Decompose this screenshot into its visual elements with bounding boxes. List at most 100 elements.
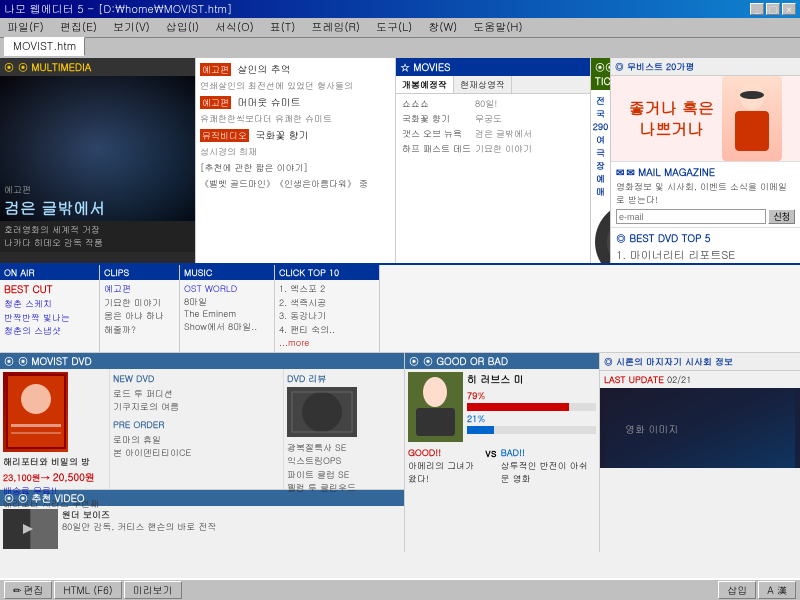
click-item2[interactable]: 2. 색즉시공 <box>279 296 375 310</box>
menu-table[interactable]: 표(T) <box>267 20 299 35</box>
review-item4[interactable]: 웰컴 투 클린우드 <box>287 481 401 495</box>
video-title: ⊙ 추천 VIDEO <box>18 491 85 505</box>
window-controls[interactable]: _ □ × <box>750 3 796 15</box>
right-sidebar-bottom: ◎ 시론의 마지자기 시사회 정보 LAST UPDATE 02/21 <box>600 353 800 552</box>
ad-text-line1: 좋거나 혹은 <box>629 98 714 119</box>
preview-item1[interactable]: 예고편 살인의 추억 <box>200 62 391 77</box>
tab-bar: MOVIST.htm <box>0 38 800 58</box>
dvd-featured-image[interactable] <box>3 372 68 452</box>
onair-content: BEST CUT 청춘 스케치 반짝반짝 빛나는 청춘의 스냅샷 <box>0 280 99 340</box>
movie-subtitle: 예고편 <box>4 183 191 196</box>
bottom-section: ⊙ ⊙ MOVIST DVD <box>0 353 800 552</box>
insert-btn[interactable]: 삽입 <box>718 581 756 599</box>
best-cut-item1[interactable]: 청춘 스케치 <box>4 297 95 311</box>
close-btn[interactable]: × <box>782 3 796 15</box>
sidebar-advertisement[interactable]: 좋거나 혹은 나쁘거나 <box>611 76 800 161</box>
dvd-middle: NEW DVD 로드 투 퍼디션 기쿠지로의 여름 PRE ORDER 로마의 … <box>110 369 284 489</box>
click-top10-column: CLICK TOP 10 1. 엑스포 2 2. 색즉시공 3. 동강나기 4.… <box>275 265 380 352</box>
good-verdict: GOOD!! 아메리의 그녀가 왔다! <box>408 446 481 485</box>
click-top10-header: CLICK TOP 10 <box>275 265 379 280</box>
preview-title1: 살인의 추억 <box>237 62 290 76</box>
movie-label: 국화꽃 향기 <box>400 111 473 126</box>
bad-text: BAD!! <box>501 446 525 459</box>
movies-title: MOVIES <box>413 60 450 74</box>
preview-item3[interactable]: 뮤직비디오 국화꽃 향기 <box>200 128 391 143</box>
dvd-section: ⊙ ⊙ MOVIST DVD <box>0 353 405 552</box>
menu-view[interactable]: 보기(V) <box>110 20 153 35</box>
click-item3[interactable]: 3. 동강나기 <box>279 309 375 323</box>
preview-item2[interactable]: 예고편 머머웃 슈미트 <box>200 95 391 110</box>
multimedia-image[interactable]: 예고편 검은 글밖에서 <box>0 76 195 221</box>
file-tab[interactable]: MOVIST.htm <box>4 37 85 56</box>
good-label: 79% <box>467 389 596 402</box>
movist20-header: ◎ 무비스트 20가평 <box>611 58 800 76</box>
movie-value: 기묘한 이야기 <box>473 141 534 156</box>
email-input[interactable] <box>616 209 766 224</box>
review-item1[interactable]: 광복절특사 SE <box>287 441 401 455</box>
music-sub: 8마일The EminemShow에서 8마일.. <box>184 296 270 334</box>
movie-row: 국화꽃 향기 무궁도 <box>400 111 534 126</box>
preview-movies-more: 《벨벳 골드마인》《인생은아름다워》 중 <box>200 177 391 190</box>
menu-edit[interactable]: 편집(E) <box>57 20 100 35</box>
movie-row: 갯스 오브 뉴욕 검은 글밖에서 <box>400 126 534 141</box>
clips-sub1: 기묘한 미야기 <box>104 296 175 310</box>
review-item3[interactable]: 파이트 클럽 SE <box>287 468 401 482</box>
maximize-btn[interactable]: □ <box>766 3 780 15</box>
pre-order-item2[interactable]: 본 아이덴티티이CE <box>113 446 280 460</box>
menu-window[interactable]: 창(W) <box>425 20 460 35</box>
good-bad-section: ⊙ ⊙ GOOD OR BAD 히 러브스 미 <box>405 353 600 552</box>
preview-tag2: 예고편 <box>200 96 231 109</box>
review-item2[interactable]: 익스트림OPS <box>287 454 401 468</box>
page: ⊙ ⊙ MULTIMEDIA 예고편 검은 글밖에서 호러영화의 세계적 거장 … <box>0 58 800 578</box>
good-desc: 아메리의 그녀가 왔다! <box>408 459 474 485</box>
last-update-label: LAST UPDATE <box>604 373 664 386</box>
click-item1[interactable]: 1. 엑스포 2 <box>279 282 375 296</box>
video-info: 원더 보이즈 80일만 감독, 커티스 핸슨의 바로 전작 <box>62 509 216 549</box>
tab-upcoming[interactable]: 개봉예정작 <box>396 76 454 93</box>
edit-tab-edit[interactable]: ✏ 편집 <box>4 581 52 599</box>
lang-btn[interactable]: A 漢 <box>758 581 796 599</box>
click-top10-content: 1. 엑스포 2 2. 색즉시공 3. 동강나기 4. 팬티 숙의.. ...m… <box>275 280 379 352</box>
music-item[interactable]: OST WORLD <box>184 282 270 296</box>
good-bad-poster[interactable] <box>408 372 463 442</box>
new-dvd-item2[interactable]: 기쿠지로의 여름 <box>113 400 280 414</box>
edit-tab-preview[interactable]: 미리보기 <box>124 581 182 599</box>
menu-format[interactable]: 서식(O) <box>212 20 257 35</box>
edit-tab-html[interactable]: HTML (F6) <box>54 581 121 599</box>
click-more[interactable]: ...more <box>279 336 375 350</box>
best-cut-item2[interactable]: 반짝반짝 빛나는 <box>4 311 95 325</box>
good-bad-inner: 히 러브스 미 79% 21% <box>408 372 596 442</box>
pre-order-item1[interactable]: 로마의 휴일 <box>113 433 280 447</box>
multimedia-description: 호러영화의 세계적 거장 나카다 히데오 감독 작품 <box>0 221 195 252</box>
menu-file[interactable]: 파일(F) <box>4 20 47 35</box>
good-bad-title: ⊙ GOOD OR BAD <box>423 354 508 368</box>
video-thumbnail[interactable] <box>3 509 58 549</box>
onair-column: ON AIR BEST CUT 청춘 스케치 반짝반짝 빛나는 청춘의 스냅샷 <box>0 265 100 352</box>
movie-label: 갯스 오브 뉴욕 <box>400 126 473 141</box>
menu-tools[interactable]: 도구(L) <box>373 20 415 35</box>
dvd-content: 해리포터와 비밀의 방 23,100원→ 20,500원 배송료 무료!! 해리… <box>0 369 404 489</box>
preview-tag1: 예고편 <box>200 63 231 76</box>
best-cut-item3[interactable]: 청춘의 스냅샷 <box>4 324 95 338</box>
click-item4[interactable]: 4. 팬티 숙의.. <box>279 323 375 337</box>
mail-magazine-header: ✉ ✉ MAIL MAGAZINE <box>616 165 795 179</box>
tab-current[interactable]: 현재상영작 <box>454 76 512 93</box>
dvd-item-1[interactable]: 1. 마이너리티 리포트SE <box>616 247 795 263</box>
clips-column: CLIPS 예고편 기묘한 미야기 몸은 아냐 하나 해줄까? <box>100 265 180 352</box>
new-dvd-item1[interactable]: 로드 투 퍼디션 <box>113 387 280 401</box>
movie-value: 검은 글밖에서 <box>473 126 534 141</box>
multimedia-icon: ⊙ <box>4 60 14 74</box>
menu-help[interactable]: 도움말(H) <box>470 20 525 35</box>
minimize-btn[interactable]: _ <box>750 3 764 15</box>
menu-insert[interactable]: 삽입(I) <box>163 20 202 35</box>
menu-frame[interactable]: 프레임(R) <box>308 20 363 35</box>
clips-item[interactable]: 예고편 <box>104 282 175 296</box>
insert-label: 삽입 <box>727 583 747 597</box>
clips-header: CLIPS <box>100 265 179 280</box>
good-bad-movie-title: 히 러브스 미 <box>467 372 596 386</box>
last-update-info: LAST UPDATE 02/21 <box>600 371 800 388</box>
dvd-featured: 해리포터와 비밀의 방 23,100원→ 20,500원 배송료 무료!! 해리… <box>0 369 110 489</box>
ticket-image[interactable] <box>595 202 610 263</box>
sidebar-movie-image[interactable]: 영화 이미지 <box>600 388 800 468</box>
subscribe-btn[interactable]: 신청 <box>768 209 795 224</box>
